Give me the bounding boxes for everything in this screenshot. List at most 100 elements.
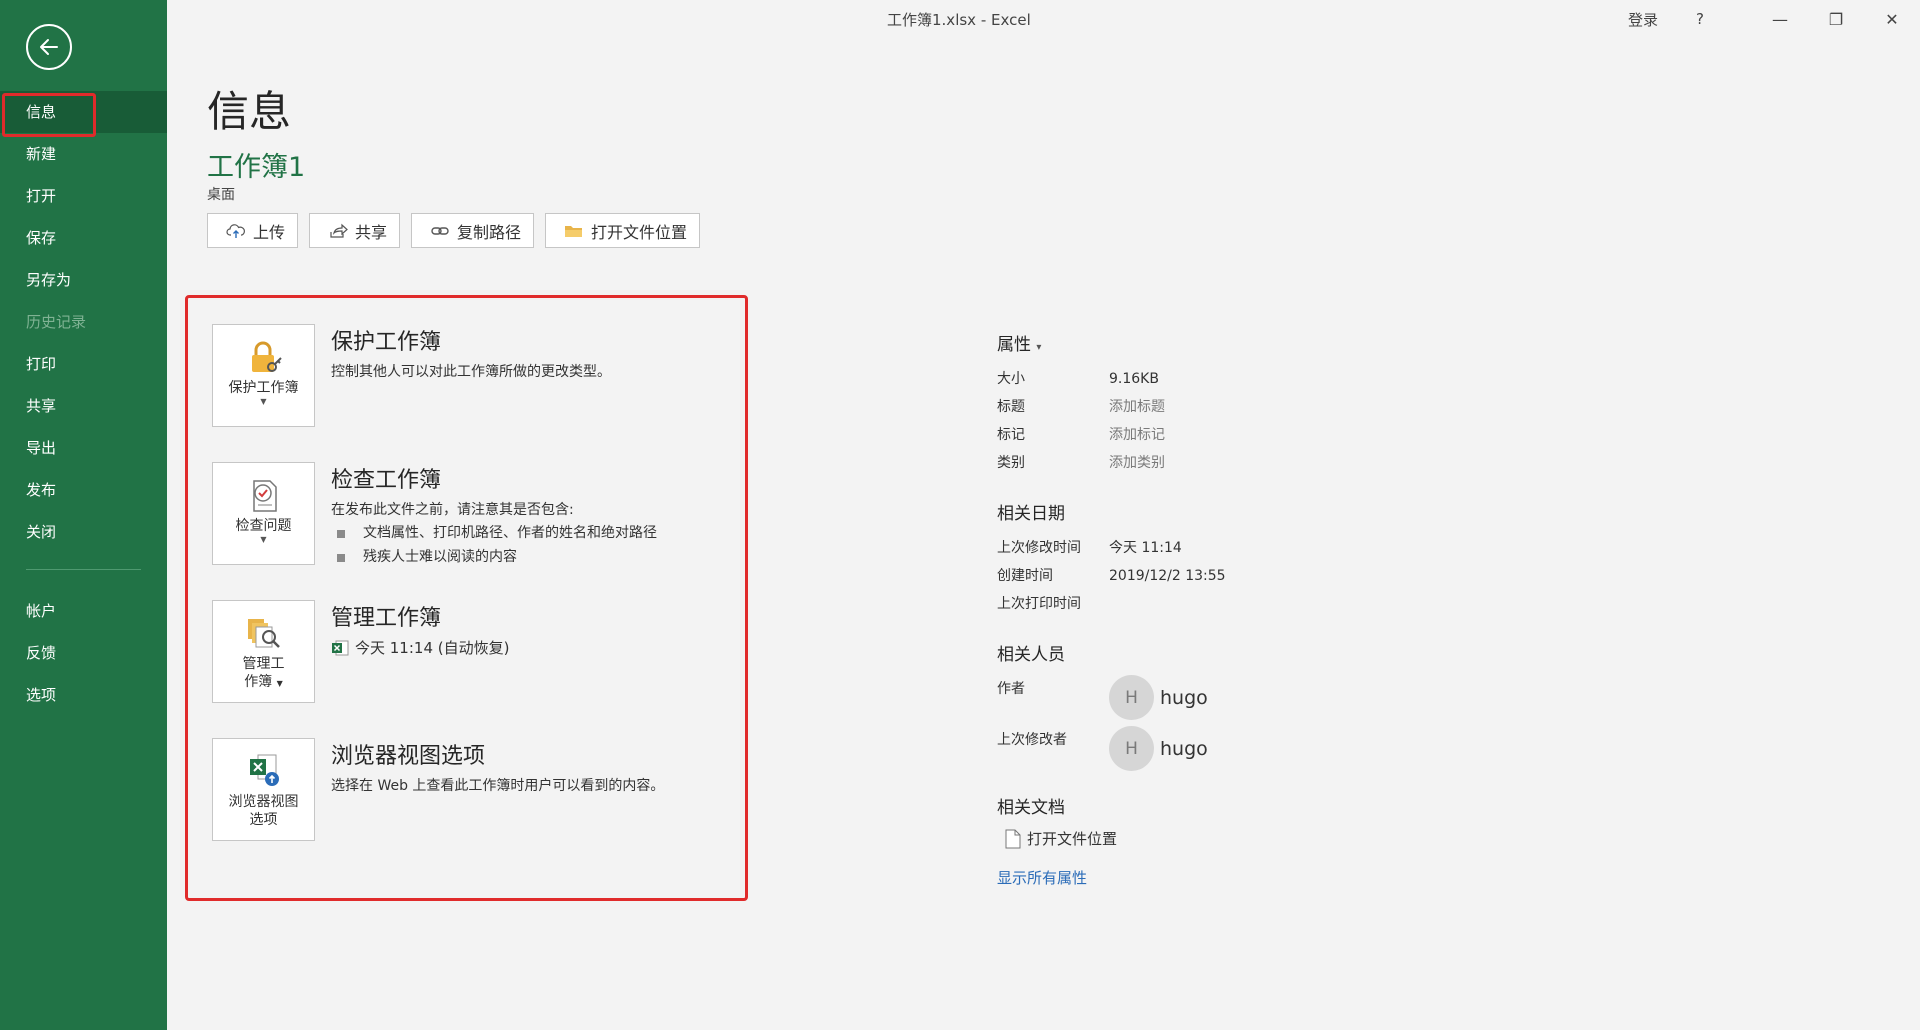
check-issues-tile[interactable]: 检查问题 ▼ xyxy=(212,462,315,565)
property-key: 标记 xyxy=(997,427,1025,443)
upload-button[interactable]: 上传 xyxy=(207,213,299,248)
open-file-location-link[interactable]: 打开文件位置 xyxy=(1005,828,1397,849)
minimize-button[interactable]: — xyxy=(1752,0,1808,38)
nav-item-save-as[interactable]: 另存为 xyxy=(0,259,167,301)
dropdown-caret-icon: ▼ xyxy=(260,535,267,544)
open-file-location-button[interactable]: 打开文件位置 xyxy=(545,213,701,248)
copy-path-button[interactable]: 复制路径 xyxy=(411,213,535,248)
property-key: 上次修改者 xyxy=(997,732,1067,748)
inspect-bullet-item: 文档属性、打印机路径、作者的姓名和绝对路径 xyxy=(331,521,751,545)
autorecover-version[interactable]: 今天 11:14 (自动恢复) xyxy=(331,637,751,658)
upload-label: 上传 xyxy=(253,222,286,242)
nav-item-save[interactable]: 保存 xyxy=(0,217,167,259)
properties-header[interactable]: 属性 ▾ xyxy=(997,330,1397,355)
last-modified-by-row: 上次修改者 H hugo xyxy=(997,726,1397,771)
nav-separator xyxy=(26,569,141,570)
cloud-upload-icon xyxy=(226,223,246,239)
page-title: 信息 xyxy=(207,87,292,136)
nav-item-options[interactable]: 选项 xyxy=(0,674,167,716)
property-row-size: 大小 9.16KB xyxy=(997,365,1397,393)
inspect-workbook-section: 检查问题 ▼ 检查工作簿 在发布此文件之前，请注意其是否包含: 文档属性、打印机… xyxy=(212,462,732,566)
avatar: H xyxy=(1109,675,1154,720)
add-title-field[interactable]: 添加标题 xyxy=(1109,393,1165,421)
property-key: 标题 xyxy=(997,399,1025,415)
restore-button[interactable]: ❐ xyxy=(1808,0,1864,38)
avatar: H xyxy=(1109,726,1154,771)
backstage-nav: 信息 新建 打开 保存 另存为 历史记录 打印 共享 导出 发布 关闭 帐户 反… xyxy=(0,91,167,716)
help-icon[interactable]: ? xyxy=(1696,10,1704,28)
browser-view-tile-label-1: 浏览器视图 xyxy=(228,794,299,810)
author-person[interactable]: H hugo xyxy=(1109,675,1208,720)
add-category-field[interactable]: 添加类别 xyxy=(1109,449,1165,477)
property-key: 作者 xyxy=(997,681,1025,697)
share-label: 共享 xyxy=(355,222,388,242)
excel-web-icon xyxy=(244,751,284,791)
property-row-tags: 标记 添加标记 xyxy=(997,421,1397,449)
property-key: 大小 xyxy=(997,371,1025,387)
autorecover-version-label: 今天 11:14 (自动恢复) xyxy=(355,639,510,657)
date-row-created: 创建时间 2019/12/2 13:55 xyxy=(997,562,1397,590)
inspect-document-icon xyxy=(244,475,284,515)
related-people-header: 相关人员 xyxy=(997,645,1065,665)
property-value: 9.16KB xyxy=(1109,371,1159,387)
share-button[interactable]: 共享 xyxy=(309,213,401,248)
browser-view-desc: 选择在 Web 上查看此工作簿时用户可以看到的内容。 xyxy=(331,778,665,794)
property-key: 上次打印时间 xyxy=(997,596,1081,612)
dropdown-caret-icon: ▾ xyxy=(1036,342,1042,353)
browser-view-text: 浏览器视图选项 选择在 Web 上查看此工作簿时用户可以看到的内容。 xyxy=(331,738,751,797)
nav-item-close[interactable]: 关闭 xyxy=(0,511,167,553)
browser-view-title: 浏览器视图选项 xyxy=(331,744,486,769)
manage-versions-icon xyxy=(244,613,284,653)
nav-item-info[interactable]: 信息 xyxy=(0,91,167,137)
nav-item-publish[interactable]: 发布 xyxy=(0,469,167,511)
protect-workbook-section: 保护工作簿 ▼ 保护工作簿 控制其他人可以对此工作簿所做的更改类型。 xyxy=(212,324,732,428)
inspect-workbook-desc: 在发布此文件之前，请注意其是否包含: xyxy=(331,502,574,518)
signin-link[interactable]: 登录 xyxy=(1628,9,1658,30)
modifier-name: hugo xyxy=(1160,737,1208,760)
property-key: 创建时间 xyxy=(997,568,1053,584)
title-bar: 工作簿1.xlsx - Excel 登录 ? — ❐ ✕ xyxy=(167,0,1920,38)
author-row: 作者 H hugo xyxy=(997,675,1397,720)
workbook-location: 桌面 xyxy=(207,187,235,203)
back-arrow-icon xyxy=(40,39,58,55)
author-name: hugo xyxy=(1160,686,1208,709)
properties-header-label: 属性 xyxy=(997,335,1031,355)
title-bar-controls: 登录 ? — ❐ ✕ xyxy=(1628,0,1920,38)
nav-item-account[interactable]: 帐户 xyxy=(0,590,167,632)
nav-item-share[interactable]: 共享 xyxy=(0,385,167,427)
dropdown-caret-icon: ▼ xyxy=(260,397,267,406)
share-icon xyxy=(328,223,348,239)
excel-file-icon xyxy=(331,639,349,657)
show-all-properties-link[interactable]: 显示所有属性 xyxy=(997,867,1397,888)
nav-item-feedback[interactable]: 反馈 xyxy=(0,632,167,674)
protect-workbook-tile[interactable]: 保护工作簿 ▼ xyxy=(212,324,315,427)
property-value: 2019/12/2 13:55 xyxy=(1109,568,1226,584)
property-row-category: 类别 添加类别 xyxy=(997,449,1397,477)
inspect-workbook-text: 检查工作簿 在发布此文件之前，请注意其是否包含: 文档属性、打印机路径、作者的姓… xyxy=(331,462,751,569)
modifier-person[interactable]: H hugo xyxy=(1109,726,1208,771)
inspect-bullet-item: 残疾人士难以阅读的内容 xyxy=(331,545,751,569)
add-tags-field[interactable]: 添加标记 xyxy=(1109,421,1165,449)
related-dates-header: 相关日期 xyxy=(997,504,1065,524)
document-icon xyxy=(1005,829,1021,849)
nav-item-export[interactable]: 导出 xyxy=(0,427,167,469)
properties-panel: 属性 ▾ 大小 9.16KB 标题 添加标题 标记 添加标记 类别 添加类别 相关日期 … xyxy=(997,330,1397,888)
property-key: 上次修改时间 xyxy=(997,540,1081,556)
manage-workbook-tile[interactable]: 管理工 作簿 ▼ xyxy=(212,600,315,703)
protect-workbook-tile-label: 保护工作簿 xyxy=(228,380,299,396)
nav-item-new[interactable]: 新建 xyxy=(0,133,167,175)
manage-workbook-tile-label-2: 作簿 ▼ xyxy=(244,673,283,693)
backstage-sidebar: 信息 新建 打开 保存 另存为 历史记录 打印 共享 导出 发布 关闭 帐户 反… xyxy=(0,0,167,1030)
open-file-location-link-label: 打开文件位置 xyxy=(1027,830,1118,848)
dropdown-caret-icon: ▼ xyxy=(276,679,283,688)
window-title: 工作簿1.xlsx - Excel xyxy=(887,11,1031,29)
manage-workbook-title: 管理工作簿 xyxy=(331,606,442,631)
browser-view-options-tile[interactable]: 浏览器视图 选项 xyxy=(212,738,315,841)
browser-view-section: 浏览器视图 选项 浏览器视图选项 选择在 Web 上查看此工作簿时用户可以看到的… xyxy=(212,738,732,842)
nav-item-print[interactable]: 打印 xyxy=(0,343,167,385)
check-issues-tile-label: 检查问题 xyxy=(235,518,292,534)
copy-path-label: 复制路径 xyxy=(457,222,522,242)
back-button[interactable] xyxy=(26,24,72,70)
close-button[interactable]: ✕ xyxy=(1864,0,1920,38)
nav-item-open[interactable]: 打开 xyxy=(0,175,167,217)
